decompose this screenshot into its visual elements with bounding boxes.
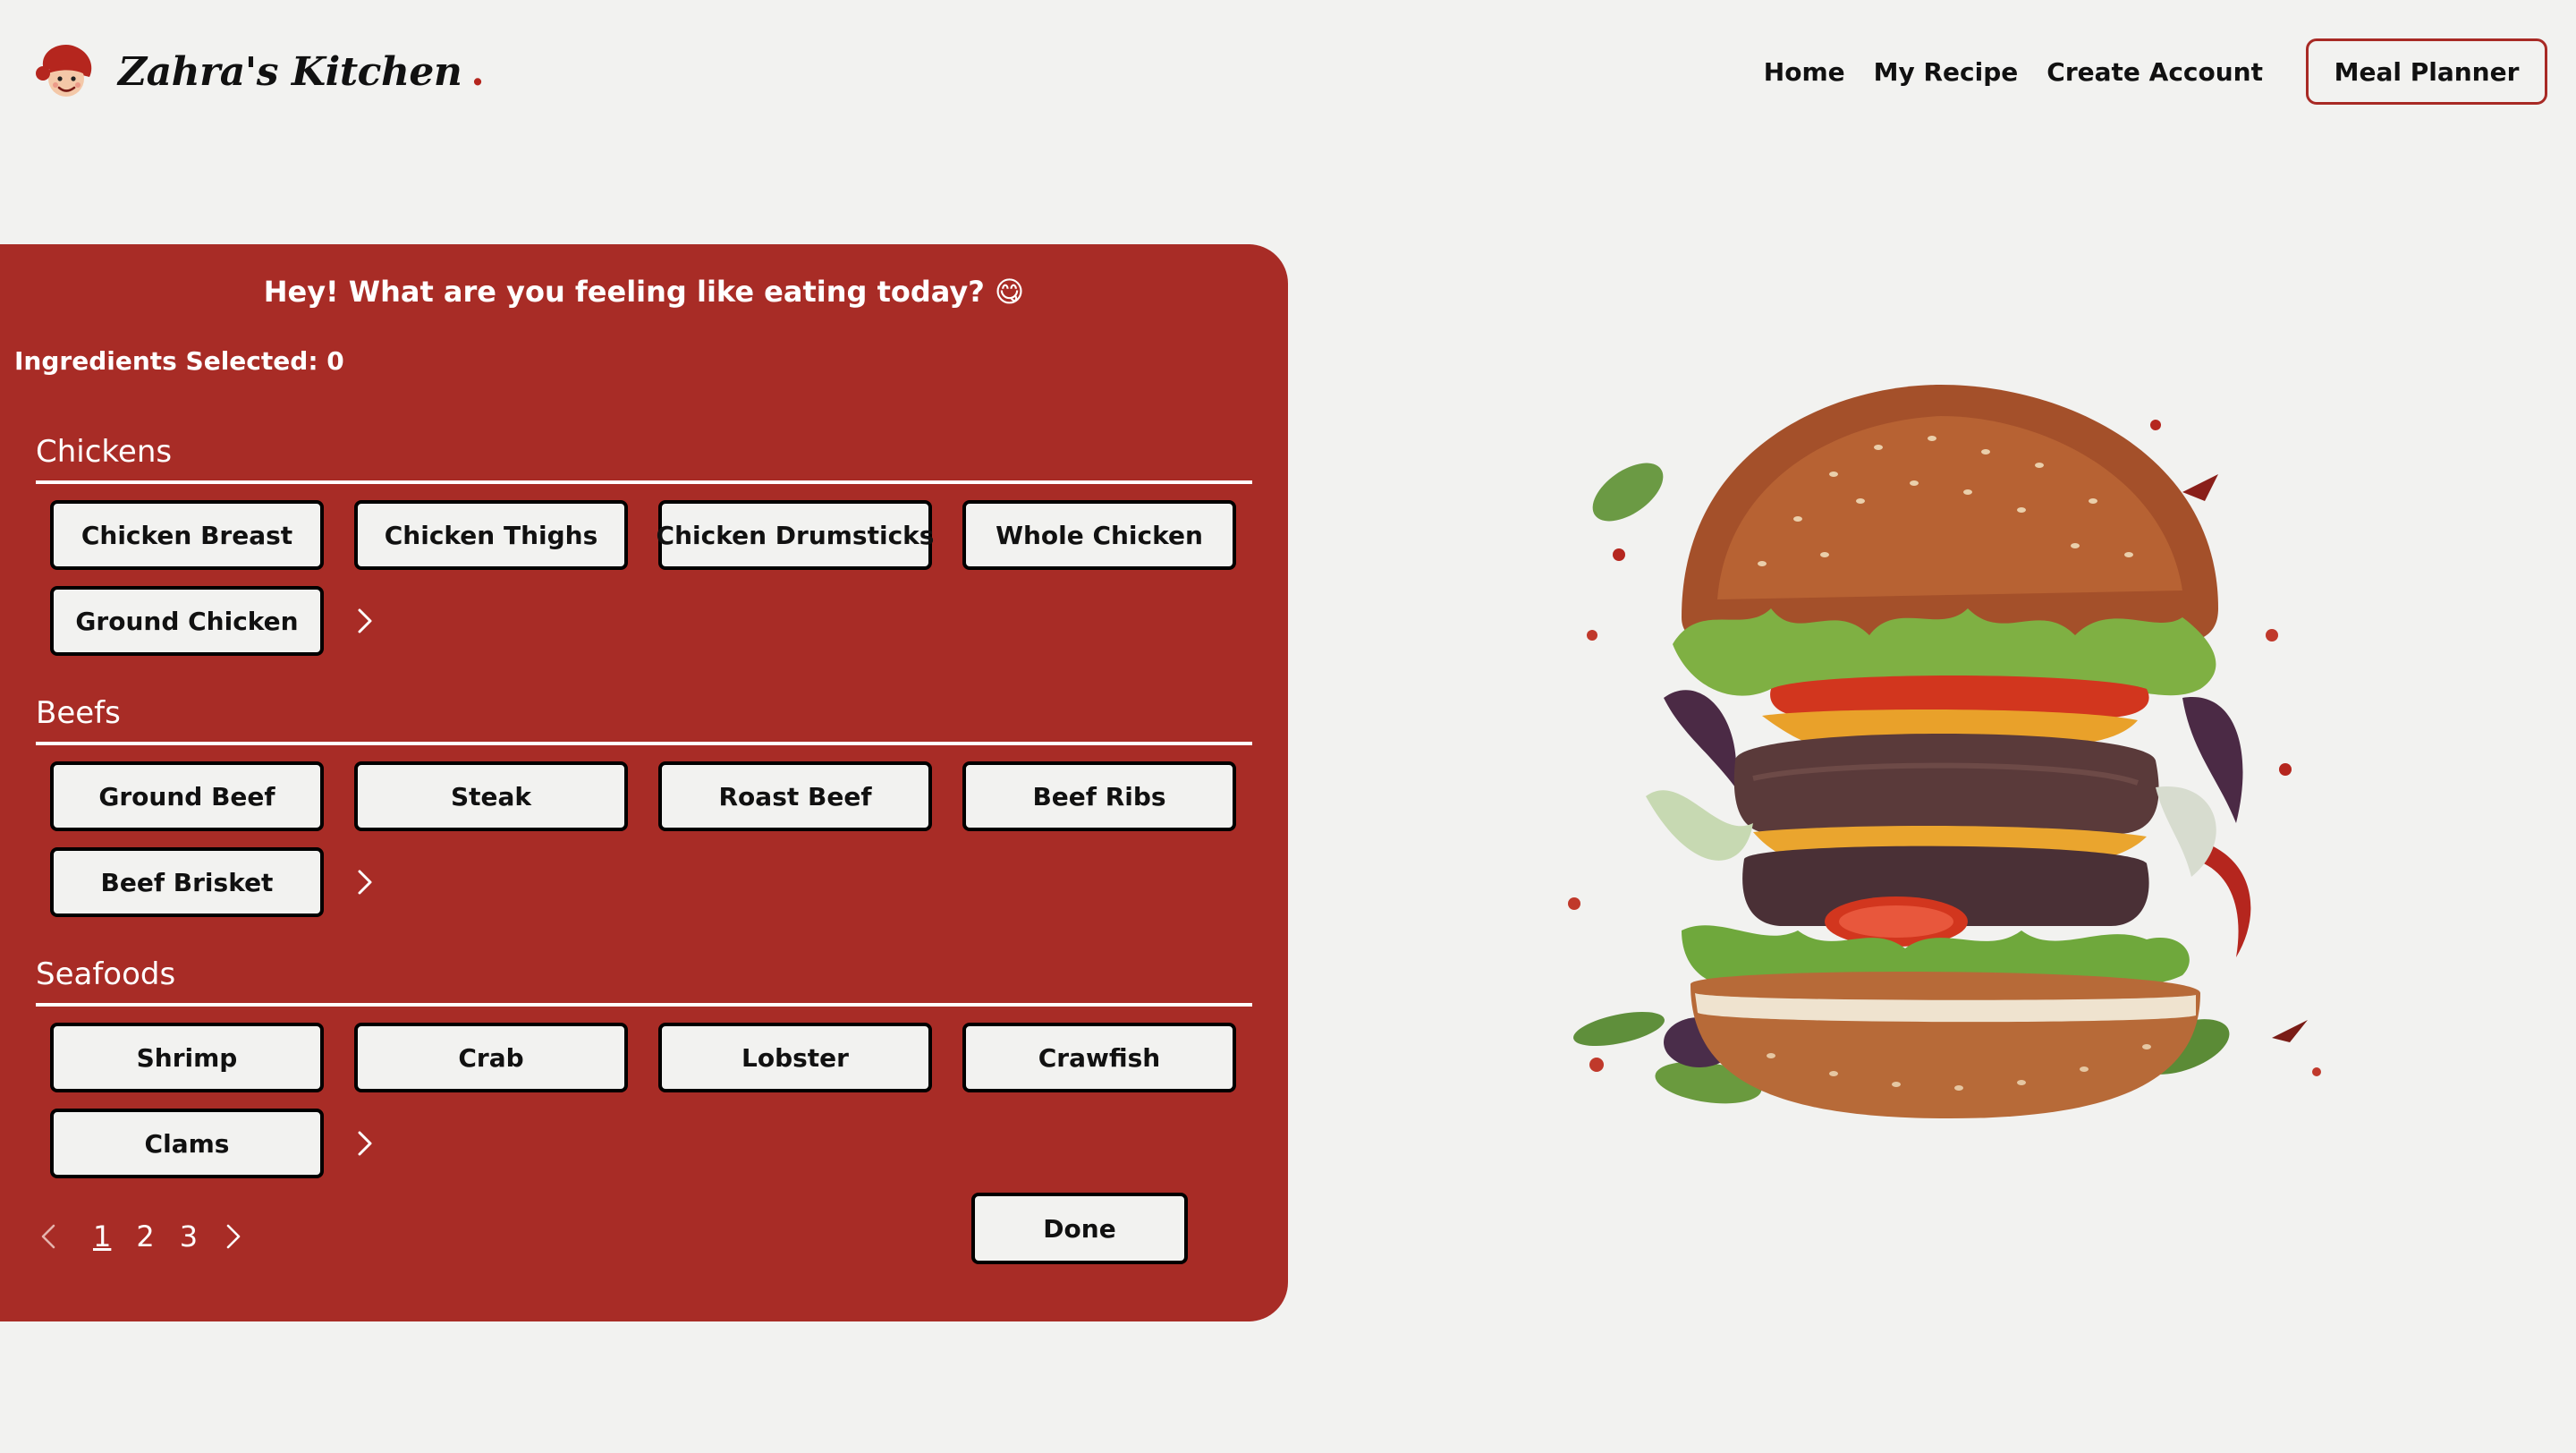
ingredient-button[interactable]: Crawfish [962,1023,1236,1092]
section-title: Chickens [36,434,173,470]
chevron-left-icon[interactable] [36,1221,61,1252]
ingredient-button[interactable]: Beef Brisket [50,847,324,917]
chevron-right-icon[interactable] [347,864,383,900]
chevron-right-icon[interactable] [221,1221,246,1252]
bottom-bun [1690,972,2200,1118]
ingredient-button[interactable]: Whole Chicken [962,500,1236,570]
ingredient-row: Ground Beef Steak Roast Beef Beef Ribs [50,761,1267,831]
chevron-right-icon[interactable] [347,1126,383,1161]
ingredients-selected-counter: Ingredients Selected: 0 [14,346,344,376]
section-title: Beefs [36,695,121,731]
ingredient-button[interactable]: Chicken Thighs [354,500,628,570]
meal-planner-button[interactable]: Meal Planner [2306,38,2547,105]
ingredient-button[interactable]: Crab [354,1023,628,1092]
section-beefs: Beefs [36,693,1252,745]
ingredient-button[interactable]: Shrimp [50,1023,324,1092]
chef-face-icon [36,45,92,97]
ingredient-button[interactable]: Lobster [658,1023,932,1092]
page-3-link[interactable]: 3 [180,1219,198,1253]
section-divider [36,1003,1252,1007]
section-divider [36,742,1252,745]
ingredient-row: Shrimp Crab Lobster Crawfish [50,1023,1267,1092]
nav-my-recipe[interactable]: My Recipe [1874,57,2019,87]
page-2-link[interactable]: 2 [136,1219,154,1253]
ingredient-row: Clams [50,1109,383,1178]
pagination: 1 2 3 [36,1219,246,1253]
top-nav: Home My Recipe Create Account Meal Plann… [1735,36,2547,107]
section-title: Seafoods [36,956,176,992]
burger-illustration [1568,385,2321,1118]
top-patty [1733,734,2159,834]
ingredient-button[interactable]: Roast Beef [658,761,932,831]
page-1-link[interactable]: 1 [93,1219,111,1253]
ingredient-row: Ground Chicken [50,586,383,656]
nav-home[interactable]: Home [1764,57,1845,87]
ingredient-button[interactable]: Ground Beef [50,761,324,831]
ingredient-button[interactable]: Beef Ribs [962,761,1236,831]
ingredient-button[interactable]: Clams [50,1109,324,1178]
ingredient-row: Chicken Breast Chicken Thighs Chicken Dr… [50,500,1267,570]
nav-create-account[interactable]: Create Account [2046,57,2263,87]
section-seafoods: Seafoods [36,955,1252,1007]
done-button[interactable]: Done [971,1193,1188,1264]
brand-dot: . [470,48,485,95]
brand-logo[interactable]: Zahra's Kitchen . [36,39,485,104]
greeting-heading: Hey! What are you feeling like eating to… [263,275,1025,309]
ingredient-button[interactable]: Ground Chicken [50,586,324,656]
ingredient-row: Beef Brisket [50,847,383,917]
ingredient-button[interactable]: Chicken Breast [50,500,324,570]
brand-name: Zahra's Kitchen [118,48,462,95]
section-divider [36,480,1252,484]
ingredient-button[interactable]: Steak [354,761,628,831]
ingredient-panel: Hey! What are you feeling like eating to… [0,244,1288,1321]
chevron-right-icon[interactable] [347,603,383,639]
section-chickens: Chickens [36,432,1252,484]
ingredient-button[interactable]: Chicken Drumsticks [657,500,934,570]
